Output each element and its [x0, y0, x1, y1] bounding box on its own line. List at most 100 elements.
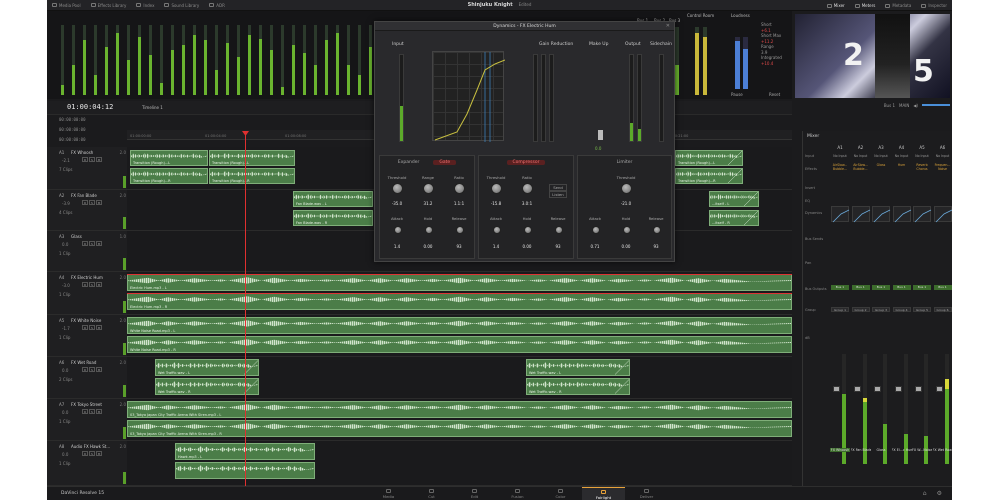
- track-header-a6[interactable]: A6 FX Wet Road 0.0 R S M 2 Clips 2.0: [47, 357, 127, 399]
- close-icon[interactable]: ✕: [666, 23, 670, 29]
- mixer-bus-output[interactable]: Bus 1: [892, 285, 911, 290]
- mixer-input-select[interactable]: No Input: [892, 154, 912, 159]
- record-arm-button[interactable]: R: [82, 367, 88, 372]
- mixer-input-select[interactable]: No Input: [871, 154, 891, 159]
- lim-threshold-knob[interactable]: [621, 183, 632, 194]
- solo-button[interactable]: S: [89, 282, 95, 287]
- expander-threshold-knob[interactable]: [392, 183, 403, 194]
- clip-whoosh-1-r[interactable]: Transition (Rough)...R: [130, 168, 208, 184]
- clip-wet2-r[interactable]: Wet Traffic.wav - R: [526, 378, 630, 395]
- mixer-dynamics-graph[interactable]: [933, 206, 952, 223]
- track-volume[interactable]: -1.7: [62, 326, 70, 331]
- fade-handle[interactable]: [244, 379, 258, 394]
- track-volume[interactable]: 0.0: [62, 410, 68, 415]
- inspector-button[interactable]: Inspector: [916, 0, 952, 11]
- clip-noise-l[interactable]: White Noise Road.mp3 - L: [127, 317, 792, 334]
- expander-hold-knob[interactable]: [425, 226, 433, 234]
- fade-handle[interactable]: [728, 151, 742, 165]
- mixer-input-select[interactable]: No Input: [830, 154, 850, 159]
- fade-handle[interactable]: [615, 360, 629, 375]
- mixer-fader[interactable]: [833, 386, 840, 392]
- mixer-bus-output[interactable]: Bus 1: [913, 285, 931, 290]
- page-tab-cut[interactable]: Cut: [410, 487, 453, 500]
- mixer-group-button[interactable]: Group 1: [831, 307, 849, 312]
- mixer-group-button[interactable]: Group 3: [872, 307, 890, 312]
- viewer-zoom-select[interactable]: MAIN: [899, 103, 909, 108]
- mixer-dynamics-graph[interactable]: [913, 206, 932, 223]
- mixer-effects-slot[interactable]: AirSlow... Bubble...: [830, 163, 850, 172]
- page-tab-media[interactable]: Media: [367, 487, 410, 500]
- track-volume[interactable]: 0.0: [62, 452, 68, 457]
- page-tab-edit[interactable]: Edit: [453, 487, 496, 500]
- clip-wet1-l[interactable]: Wet Traffic.wav - L: [155, 359, 259, 376]
- mixer-button[interactable]: Mixer: [822, 0, 850, 11]
- track-volume[interactable]: 0.0: [62, 242, 68, 247]
- track-volume[interactable]: 0.0: [62, 368, 68, 373]
- loudness-reset-button[interactable]: Reset: [769, 92, 780, 97]
- record-arm-button[interactable]: R: [82, 325, 88, 330]
- expander-toggle[interactable]: Expander: [398, 160, 419, 165]
- volume-curve-l[interactable]: [127, 274, 792, 275]
- mixer-dynamics-graph[interactable]: [831, 206, 850, 223]
- track-volume[interactable]: -2.1: [62, 158, 70, 163]
- meters-button[interactable]: Meters: [850, 0, 881, 11]
- mute-button[interactable]: M: [96, 282, 102, 287]
- viewer-bus-select[interactable]: Bus 1: [884, 103, 895, 108]
- clip-whoosh-2-r[interactable]: Transition (Rough)...R: [209, 168, 295, 184]
- mixer-bus-output[interactable]: Bus 1: [872, 285, 890, 290]
- clip-whoosh-2-l[interactable]: Transition (Rough)...L: [209, 150, 295, 166]
- fade-handle[interactable]: [615, 379, 629, 394]
- mute-button[interactable]: M: [96, 325, 102, 330]
- mixer-fader[interactable]: [853, 386, 861, 392]
- fade-handle[interactable]: [744, 211, 758, 225]
- comp-ratio-knob[interactable]: [522, 183, 533, 194]
- expander-attack-knob[interactable]: [394, 226, 402, 234]
- expander-ratio-knob[interactable]: [454, 183, 465, 194]
- solo-button[interactable]: S: [89, 325, 95, 330]
- track-name[interactable]: Glass: [71, 234, 82, 239]
- solo-button[interactable]: S: [89, 451, 95, 456]
- track-header-a8[interactable]: A8 Audio FX Hawk St... 0.0 R S M 1 Clip 2.0: [47, 441, 127, 486]
- settings-icon[interactable]: ⚙: [937, 490, 942, 497]
- limiter-toggle[interactable]: Limiter: [617, 160, 633, 165]
- track-header-a3[interactable]: A3 Glass 0.0 R S M 1 Clip 1.0: [47, 231, 127, 272]
- clip-fan-l[interactable]: Fan Blade.wav - L: [293, 191, 373, 207]
- clip-wet1-r[interactable]: Wet Traffic.wav - R: [155, 378, 259, 395]
- record-arm-button[interactable]: R: [82, 157, 88, 162]
- clip-edge-1[interactable]: Transition (Rough)...L: [675, 150, 743, 166]
- page-tab-fusion[interactable]: Fusion: [496, 487, 539, 500]
- page-tab-color[interactable]: Color: [539, 487, 582, 500]
- comp-listen-button[interactable]: Listen: [549, 191, 567, 198]
- home-icon[interactable]: ⌂: [923, 490, 927, 497]
- volume-slider[interactable]: [922, 104, 950, 106]
- clip-edge-2[interactable]: Transition (Rough)...R: [675, 168, 743, 184]
- record-arm-button[interactable]: R: [82, 200, 88, 205]
- loudness-pause-button[interactable]: Pause: [731, 92, 743, 97]
- solo-button[interactable]: S: [89, 241, 95, 246]
- clip-fan-r[interactable]: Fan Blade.wav - R: [293, 210, 373, 226]
- mixer-group-button[interactable]: Group 5: [913, 307, 931, 312]
- comp-threshold-knob[interactable]: [491, 183, 502, 194]
- comp-attack-knob[interactable]: [493, 226, 501, 234]
- timeline-name-select[interactable]: Timeline 1: [142, 105, 163, 110]
- mixer-fader[interactable]: [935, 386, 943, 392]
- mixer-effects-slot[interactable]: Frequen... Noise: [933, 163, 953, 172]
- lim-attack-knob[interactable]: [592, 226, 600, 234]
- track-header-a4[interactable]: A4 FX Electric Hum -3.0 R S M 1 Clip 2.0: [47, 272, 127, 315]
- solo-button[interactable]: S: [89, 157, 95, 162]
- mixer-input-select[interactable]: No Input: [851, 154, 871, 159]
- mute-button[interactable]: M: [96, 157, 102, 162]
- mute-button[interactable]: M: [96, 409, 102, 414]
- mixer-dynamics-graph[interactable]: [872, 206, 891, 223]
- mute-button[interactable]: M: [96, 451, 102, 456]
- mixer-input-select[interactable]: No Input: [933, 154, 953, 159]
- mixer-effects-slot[interactable]: Reverb Chorus: [912, 163, 932, 172]
- compressor-toggle[interactable]: Compressor: [506, 160, 546, 165]
- mixer-group-button[interactable]: Group 6: [933, 307, 952, 312]
- expander-release-knob[interactable]: [456, 226, 464, 234]
- fade-handle[interactable]: [244, 360, 258, 375]
- record-arm-button[interactable]: R: [82, 409, 88, 414]
- record-arm-button[interactable]: R: [82, 241, 88, 246]
- track-name[interactable]: FX White Noise: [71, 318, 101, 323]
- mixer-fader[interactable]: [915, 386, 922, 392]
